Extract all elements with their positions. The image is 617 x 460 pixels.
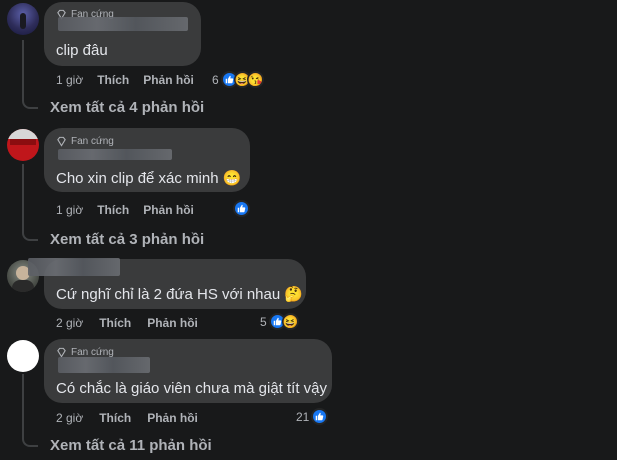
view-replies-link[interactable]: Xem tất cả 11 phản hồi <box>50 437 212 454</box>
reactions[interactable]: 5 😆 <box>260 313 299 330</box>
comment-text: clip đâu <box>56 42 108 59</box>
author-name-redacted[interactable] <box>58 149 172 160</box>
thread-line <box>22 374 24 438</box>
reactions[interactable] <box>231 200 250 217</box>
kiss-icon: 😘 <box>246 71 264 88</box>
comment-text: Cứ nghĩ chỉ là 2 đứa HS với nhau 🤔 <box>56 286 304 303</box>
comment-actions: 2 giờ Thích Phản hồi <box>56 411 198 425</box>
reactions-count: 6 <box>212 72 219 87</box>
fan-badge: Fan cứng <box>56 136 114 147</box>
comment-time[interactable]: 1 giờ <box>56 73 83 87</box>
thread-elbow <box>22 229 38 241</box>
like-icon <box>233 200 250 217</box>
comment-time[interactable]: 2 giờ <box>56 316 83 330</box>
comment-text: Có chắc là giáo viên chưa mà giật tít vậ… <box>56 380 328 397</box>
view-replies-link[interactable]: Xem tất cả 4 phản hồi <box>50 99 204 116</box>
avatar[interactable] <box>7 340 39 372</box>
comment-actions: 1 giờ Thích Phản hồi <box>56 203 194 217</box>
author-name-redacted[interactable] <box>58 17 188 31</box>
reactions[interactable]: 21 <box>296 408 329 425</box>
thread-elbow <box>22 97 38 109</box>
reactions-count: 21 <box>296 409 310 424</box>
reactions[interactable]: 6 😆 😘 <box>212 71 264 88</box>
grin-squint-icon: 😆 <box>281 313 299 330</box>
like-link[interactable]: Thích <box>99 316 131 330</box>
reply-link[interactable]: Phản hồi <box>143 203 194 217</box>
like-link[interactable]: Thích <box>97 203 129 217</box>
comment-actions: 2 giờ Thích Phản hồi <box>56 316 198 330</box>
author-name-redacted[interactable] <box>58 357 150 373</box>
comment-text: Cho xin clip để xác minh 😁 <box>56 170 242 187</box>
reply-link[interactable]: Phản hồi <box>147 411 198 425</box>
comment-time[interactable]: 2 giờ <box>56 411 83 425</box>
avatar[interactable] <box>7 3 39 35</box>
author-name-redacted[interactable] <box>28 258 120 276</box>
like-link[interactable]: Thích <box>99 411 131 425</box>
comment-time[interactable]: 1 giờ <box>56 203 83 217</box>
thread-elbow <box>22 435 38 447</box>
reply-link[interactable]: Phản hồi <box>147 316 198 330</box>
thread-line <box>22 164 24 232</box>
view-replies-link[interactable]: Xem tất cả 3 phản hồi <box>50 231 204 248</box>
like-link[interactable]: Thích <box>97 73 129 87</box>
reactions-count: 5 <box>260 314 267 329</box>
like-icon <box>311 408 329 425</box>
diamond-icon <box>57 136 66 147</box>
comment-actions: 1 giờ Thích Phản hồi <box>56 73 194 87</box>
avatar[interactable] <box>7 129 39 161</box>
fan-badge-label: Fan cứng <box>71 136 114 147</box>
thread-line <box>22 40 24 100</box>
reply-link[interactable]: Phản hồi <box>143 73 194 87</box>
